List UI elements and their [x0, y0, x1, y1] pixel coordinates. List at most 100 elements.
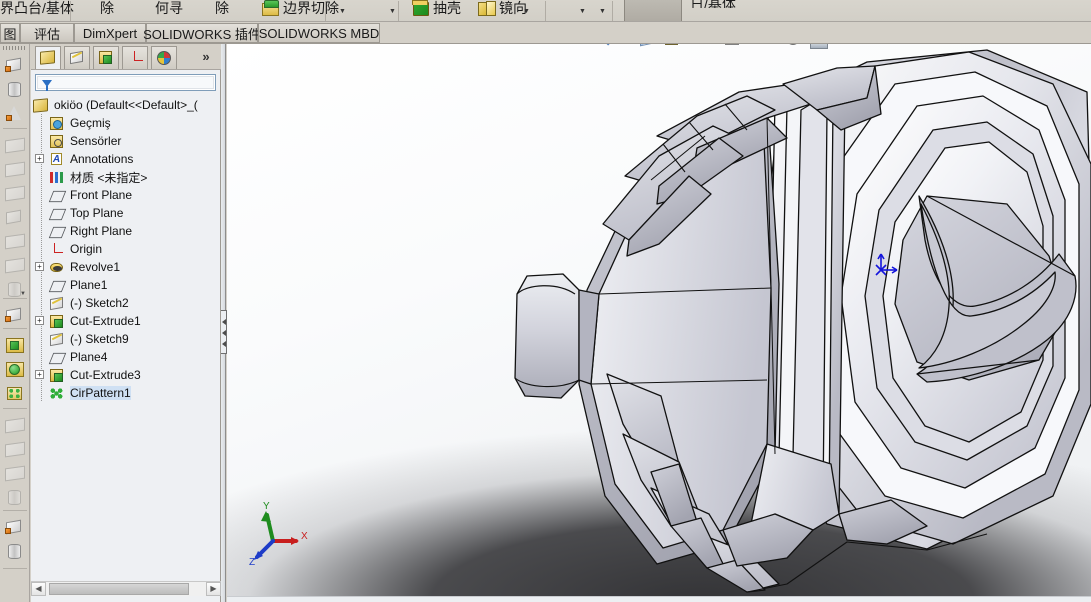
display-style-button[interactable] [686, 44, 708, 51]
hide-show-items-button[interactable] [723, 44, 745, 51]
view-settings-button[interactable] [808, 44, 830, 51]
tree-item-sketch9[interactable]: (-) Sketch9 [31, 330, 221, 348]
section-view-button[interactable] [638, 44, 660, 51]
tree-item-top-plane[interactable]: Top Plane [31, 204, 221, 222]
screen-capture-button[interactable] [845, 44, 867, 51]
scroll-thumb[interactable] [49, 583, 189, 595]
chevron-down-icon[interactable] [578, 6, 587, 15]
tree-expander[interactable]: + [35, 262, 44, 271]
tab-solidworks-mbd[interactable]: SOLIDWORKS MBD [258, 23, 380, 43]
material-icon [49, 170, 65, 185]
apply-scene-button[interactable] [784, 44, 806, 51]
ribbon-command-shell[interactable]: 抽壳 [412, 0, 461, 20]
view-orientation-button[interactable] [662, 44, 684, 51]
feature-tree-hscrollbar[interactable]: ◀ ▶ [31, 581, 221, 596]
circular-pattern-icon[interactable] [5, 360, 25, 379]
dimxpert-manager-tab[interactable] [122, 46, 148, 69]
scroll-left-arrow[interactable]: ◀ [31, 582, 46, 596]
draft-icon [5, 416, 25, 435]
ribbon-command-cut-2-label: 除 [215, 0, 229, 16]
more-tabs-button[interactable]: » [197, 48, 215, 66]
ribbon-command-boundary-cut[interactable]: 边界切除 [262, 0, 339, 20]
left-command-toolbar [0, 44, 30, 602]
tree-item-sens-rler[interactable]: Sensörler [31, 132, 221, 150]
tree-item-sketch2[interactable]: (-) Sketch2 [31, 294, 221, 312]
feature-tree-filter[interactable] [35, 74, 216, 91]
tree-item-plane1[interactable]: Plane1 [31, 276, 221, 294]
tree-item-cirpattern1[interactable]: CirPattern1 [31, 384, 221, 402]
zoom-to-fit-button[interactable] [614, 44, 636, 51]
ribbon-command-mirror[interactable]: 镜向 [478, 0, 527, 20]
tree-expander[interactable]: + [35, 370, 44, 379]
chevron-down-icon[interactable] [338, 6, 347, 15]
ribbon-command-boundary-boss[interactable]: 界凸台/基体 [0, 0, 74, 20]
swept-cut-icon [5, 232, 25, 251]
configuration-manager-tab[interactable] [93, 46, 119, 69]
rib-icon[interactable] [5, 384, 25, 403]
tree-item-revolve1[interactable]: + Revolve1 [31, 258, 221, 276]
tab-dimxpert[interactable]: DimXpert [74, 23, 146, 43]
chevron-down-icon[interactable] [771, 44, 782, 51]
tree-item-annotations[interactable]: + Annotations [31, 150, 221, 168]
ribbon-command-cut-1[interactable]: 除 [100, 0, 114, 20]
chevron-down-icon[interactable] [598, 6, 607, 15]
chevron-down-icon[interactable] [388, 6, 397, 15]
circular-pattern-icon [49, 386, 65, 401]
tab-evaluate[interactable]: 评估 [20, 23, 74, 43]
curves-icon[interactable] [5, 542, 25, 561]
annotations-icon [49, 152, 65, 167]
tree-expander[interactable]: + [35, 154, 44, 163]
ribbon-preview-box[interactable] [624, 0, 682, 21]
feature-manager-tab[interactable] [35, 46, 61, 69]
tree-item-label: 材质 <未指定> [70, 170, 148, 185]
tree-item-ge-mi[interactable]: Geçmiş [31, 114, 221, 132]
bevel-gear-model[interactable] [227, 44, 1091, 602]
tree-item-[interactable]: 材质 <未指定> [31, 168, 221, 186]
graphics-viewport[interactable]: X Y Z [227, 44, 1091, 602]
swept-boss-icon[interactable] [5, 104, 25, 123]
tree-item-plane4[interactable]: Plane4 [31, 348, 221, 366]
ribbon-command-geometry[interactable]: 何寻 [155, 0, 183, 20]
revolve-icon [49, 260, 65, 275]
tab-solidworks-mbd-label: SOLIDWORKS MBD [258, 25, 380, 41]
scroll-right-arrow[interactable]: ▶ [206, 582, 221, 596]
tree-item-label: Sensörler [70, 134, 122, 148]
linear-pattern-icon[interactable] [5, 336, 25, 355]
tree-item-label: Geçmiş [70, 116, 111, 130]
plane-icon [49, 278, 65, 293]
chevron-down-icon[interactable] [20, 284, 28, 292]
tree-expander[interactable]: + [35, 316, 44, 325]
revolved-boss-icon[interactable] [5, 80, 25, 99]
tree-item-cut-extrude1[interactable]: + Cut-Extrude1 [31, 312, 221, 330]
tree-item-front-plane[interactable]: Front Plane [31, 186, 221, 204]
reference-geometry-icon[interactable] [5, 518, 25, 537]
display-manager-tab[interactable] [151, 46, 177, 69]
viewport-bottom-strip [227, 596, 1091, 602]
chevron-down-icon[interactable] [869, 44, 880, 51]
edit-appearance-button[interactable] [747, 44, 769, 51]
extruded-boss-icon[interactable] [5, 56, 25, 75]
ribbon-separator [612, 1, 613, 21]
tree-item-cut-extrude3[interactable]: + Cut-Extrude3 [31, 366, 221, 384]
tab-sketch[interactable]: 图 [0, 23, 20, 43]
revolved-cut-icon [5, 208, 25, 227]
display-manager-icon [156, 50, 173, 66]
zoom-to-area-button[interactable] [590, 44, 612, 51]
ribbon-command-cut-2[interactable]: 除 [215, 0, 229, 20]
fillet-icon[interactable] [5, 306, 25, 325]
property-manager-tab[interactable] [64, 46, 90, 69]
tree-connector [41, 222, 42, 240]
chevron-down-icon[interactable] [522, 6, 531, 15]
dome-icon [5, 488, 25, 507]
tree-item-oki-o-default-default[interactable]: okiöo (Default<<Default>_( [31, 96, 221, 114]
tab-evaluate-label: 评估 [33, 26, 60, 42]
feature-tree[interactable]: okiöo (Default<<Default>_( Geçmiş Sensörle… [31, 96, 221, 579]
tab-solidworks-addins[interactable]: SOLIDWORKS 插件 [143, 23, 261, 43]
toolbar-grip[interactable] [3, 46, 27, 50]
tree-item-right-plane[interactable]: Right Plane [31, 222, 221, 240]
chevron-down-icon[interactable] [710, 44, 721, 51]
tab-sketch-label: 图 [3, 26, 17, 42]
cut-extrude-icon [49, 368, 65, 383]
chevron-down-icon[interactable] [832, 44, 843, 51]
tree-item-origin[interactable]: Origin [31, 240, 221, 258]
